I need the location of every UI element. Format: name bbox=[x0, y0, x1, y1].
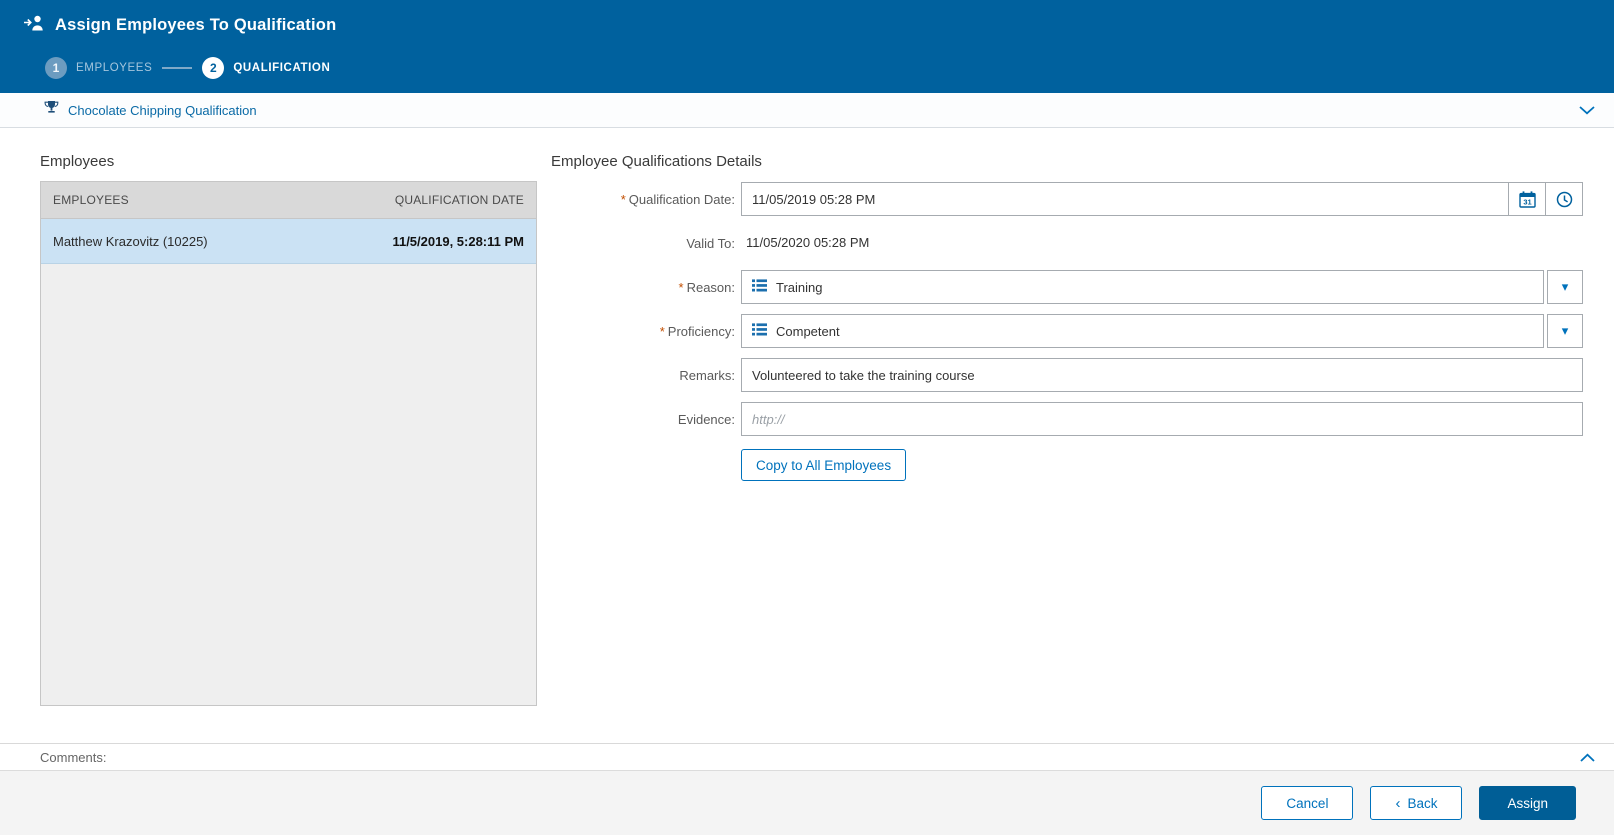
reason-dropdown: Training ▾ bbox=[741, 270, 1583, 304]
proficiency-fieldwrap: Competent ▾ bbox=[741, 314, 1583, 348]
column-header-employees: EMPLOYEES bbox=[53, 193, 129, 207]
cancel-button[interactable]: Cancel bbox=[1261, 786, 1354, 820]
comments-label: Comments: bbox=[40, 749, 107, 765]
dialog-header: Assign Employees To Qualification 1 EMPL… bbox=[0, 0, 1614, 93]
employees-panel: Employees EMPLOYEES QUALIFICATION DATE M… bbox=[40, 153, 537, 743]
evidence-input[interactable] bbox=[741, 402, 1583, 436]
collapse-qualification-chevron-down-icon[interactable] bbox=[1575, 102, 1599, 119]
details-panel-title: Employee Qualifications Details bbox=[551, 153, 762, 170]
step-qualification[interactable]: 2 QUALIFICATION bbox=[202, 57, 330, 79]
label-text: Qualification Date: bbox=[628, 191, 735, 207]
calendar-picker-button[interactable]: 31 bbox=[1508, 183, 1545, 215]
details-form: *Qualification Date: 31 bbox=[551, 182, 1583, 481]
reason-row: * Reason: Training ▾ bbox=[551, 270, 1583, 304]
assign-button[interactable]: Assign bbox=[1479, 786, 1576, 820]
trophy-icon bbox=[44, 100, 59, 120]
title-row: Assign Employees To Qualification bbox=[24, 0, 1590, 47]
main-content: Employees EMPLOYEES QUALIFICATION DATE M… bbox=[0, 128, 1614, 743]
list-icon bbox=[752, 323, 767, 339]
reason-fieldwrap: Training ▾ bbox=[741, 270, 1583, 304]
copy-to-all-employees-button[interactable]: Copy to All Employees bbox=[741, 449, 907, 481]
evidence-row: Evidence: bbox=[551, 402, 1583, 436]
employees-table: EMPLOYEES QUALIFICATION DATE Matthew Kra… bbox=[40, 181, 537, 706]
proficiency-value-text: Competent bbox=[776, 323, 840, 339]
remarks-input[interactable] bbox=[741, 358, 1583, 392]
reason-dropdown-button[interactable]: ▾ bbox=[1547, 270, 1583, 304]
required-asterisk: * bbox=[678, 279, 684, 295]
table-row[interactable]: Matthew Krazovitz (10225) 11/5/2019, 5:2… bbox=[41, 219, 536, 264]
assign-employees-icon bbox=[24, 15, 45, 36]
reason-selected-value[interactable]: Training bbox=[741, 270, 1544, 304]
employee-qualification-date: 11/5/2019, 5:28:11 PM bbox=[392, 233, 524, 249]
qualification-date-input[interactable] bbox=[742, 183, 1508, 215]
evidence-fieldwrap bbox=[741, 402, 1583, 436]
calendar-icon: 31 bbox=[1523, 197, 1531, 206]
label-text: Reason: bbox=[686, 279, 735, 295]
step-employees-number: 1 bbox=[45, 57, 67, 79]
employee-name: Matthew Krazovitz (10225) bbox=[53, 233, 208, 249]
required-asterisk: * bbox=[659, 323, 665, 339]
copy-fieldwrap: Copy to All Employees bbox=[741, 446, 1583, 481]
step-employees[interactable]: 1 EMPLOYEES bbox=[45, 57, 152, 79]
valid-to-value: 11/05/2020 05:28 PM bbox=[746, 235, 870, 250]
reason-label: * Reason: bbox=[551, 280, 741, 295]
remarks-row: Remarks: bbox=[551, 358, 1583, 392]
caret-down-icon: ▾ bbox=[1561, 323, 1569, 338]
caret-down-icon: ▾ bbox=[1561, 279, 1569, 294]
step-connector-line bbox=[162, 67, 193, 69]
page-title: Assign Employees To Qualification bbox=[55, 16, 337, 34]
copy-row: Copy to All Employees bbox=[551, 446, 1583, 481]
qualification-bar: Chocolate Chipping Qualification bbox=[0, 93, 1614, 128]
employees-panel-title: Employees bbox=[40, 153, 115, 170]
proficiency-selected-value[interactable]: Competent bbox=[741, 314, 1544, 348]
employees-table-empty-area bbox=[41, 264, 536, 705]
evidence-label: Evidence: bbox=[677, 411, 735, 427]
required-asterisk: * bbox=[620, 191, 626, 207]
wizard-stepper: 1 EMPLOYEES 2 QUALIFICATION bbox=[24, 47, 1590, 89]
step-qualification-number: 2 bbox=[202, 57, 225, 79]
qualification-date-combo: 31 bbox=[741, 182, 1583, 216]
proficiency-dropdown: Competent ▾ bbox=[741, 314, 1583, 348]
clock-icon bbox=[1556, 191, 1572, 207]
comments-section: Comments: bbox=[0, 743, 1614, 770]
employees-table-header: EMPLOYEES QUALIFICATION DATE bbox=[41, 182, 536, 219]
assign-qualification-dialog: Assign Employees To Qualification 1 EMPL… bbox=[0, 0, 1614, 835]
label-text: Proficiency: bbox=[667, 323, 735, 339]
column-header-qualification-date: QUALIFICATION DATE bbox=[394, 193, 524, 207]
time-picker-button[interactable] bbox=[1545, 183, 1582, 215]
list-icon bbox=[752, 279, 767, 295]
collapse-comments-chevron-up-icon[interactable] bbox=[1576, 749, 1599, 766]
qualification-date-fieldwrap: 31 bbox=[741, 182, 1583, 216]
back-button-label: Back bbox=[1407, 795, 1438, 811]
back-button[interactable]: ‹ Back bbox=[1370, 786, 1463, 820]
valid-to-label: Valid To: bbox=[686, 235, 735, 251]
qualification-date-row: *Qualification Date: 31 bbox=[551, 182, 1583, 216]
valid-to-fieldwrap: 11/05/2020 05:28 PM bbox=[741, 234, 1583, 252]
proficiency-label: * Proficiency: bbox=[551, 324, 741, 339]
dialog-footer: Cancel ‹ Back Assign bbox=[0, 770, 1614, 835]
proficiency-dropdown-button[interactable]: ▾ bbox=[1547, 314, 1583, 348]
chevron-left-icon: ‹ bbox=[1395, 794, 1401, 812]
reason-value-text: Training bbox=[776, 279, 823, 295]
remarks-fieldwrap bbox=[741, 358, 1583, 392]
qualification-date-label: * Qualification Date: bbox=[551, 192, 741, 207]
remarks-label: Remarks: bbox=[679, 367, 735, 383]
valid-to-row: Valid To: 11/05/2020 05:28 PM bbox=[551, 226, 1583, 260]
qualification-name-link[interactable]: Chocolate Chipping Qualification bbox=[68, 103, 257, 118]
step-qualification-label: QUALIFICATION bbox=[233, 62, 331, 74]
step-employees-label: EMPLOYEES bbox=[76, 62, 153, 74]
proficiency-row: * Proficiency: Competent ▾ bbox=[551, 314, 1583, 348]
qualification-details-panel: Employee Qualifications Details * Qualifi… bbox=[537, 153, 1583, 743]
